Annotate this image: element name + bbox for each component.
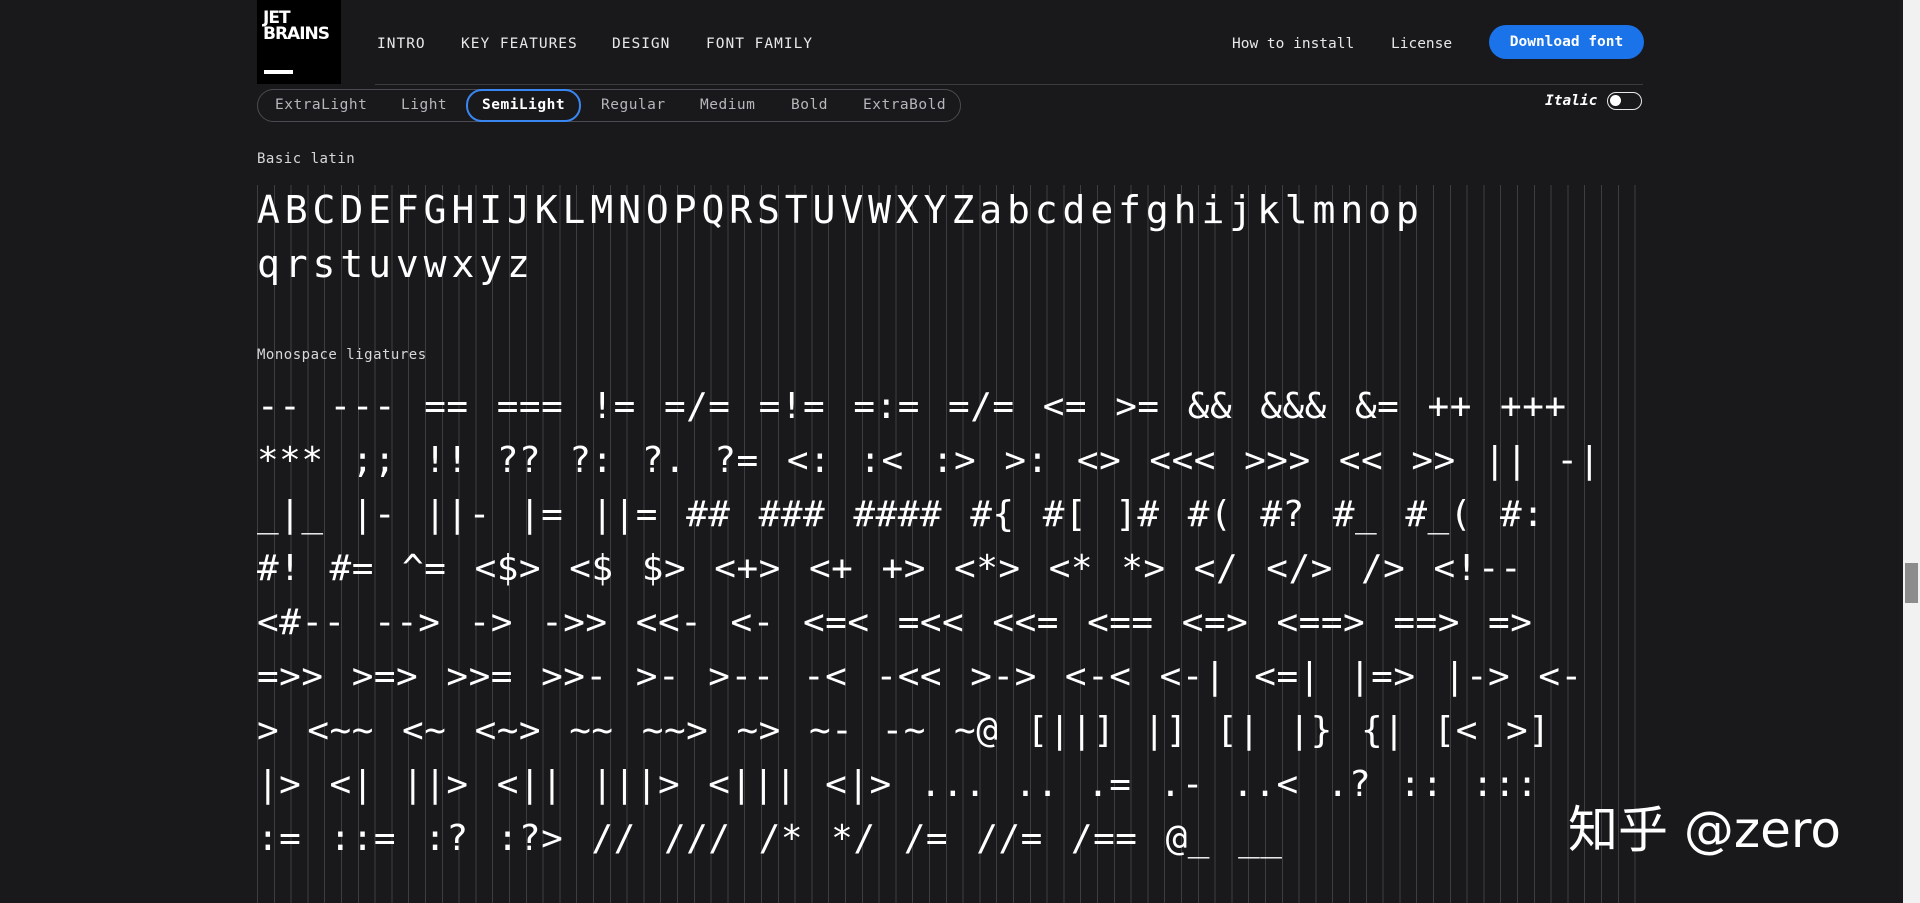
ligature-line: |> <| ||> <|| |||> <||| <|> ... .. .= .-… (257, 764, 1539, 805)
zhihu-watermark: 知乎 @zero (1568, 801, 1841, 859)
nav-intro[interactable]: INTRO (377, 36, 426, 52)
how-to-install-link[interactable]: How to install (1232, 36, 1354, 52)
ligature-line: _|_ |- ||- |= ||= ## ### #### #{ #[ ]# #… (257, 494, 1545, 535)
weight-bold[interactable]: Bold (791, 90, 828, 121)
ligatures-label: Monospace ligatures (257, 347, 427, 363)
weight-regular[interactable]: Regular (601, 90, 666, 121)
ligature-line: <#-- --> -> ->> <<- <- <=< =<< <<= <== <… (257, 602, 1533, 643)
basic-latin-glyphs: ABCDEFGHIJKLMNOPQRSTUVWXYZabcdefghijklmn… (257, 183, 1637, 291)
ligature-line: *** ;; !! ?? ?: ?. ?= <: :< :> >: <> <<<… (257, 440, 1601, 481)
italic-label: Italic (1545, 93, 1598, 109)
weight-extralight[interactable]: ExtraLight (275, 90, 367, 121)
ligature-line: =>> >=> >>= >>- >- >-- -< -<< >-> <-< <-… (257, 656, 1583, 697)
nav-design[interactable]: DESIGN (612, 36, 670, 52)
header-divider (375, 84, 1643, 85)
toggle-knob (1610, 95, 1621, 106)
weight-light[interactable]: Light (401, 90, 447, 121)
latin-line-2: qrstuvwxyz (257, 242, 535, 286)
ligature-line: > <~~ <~ <~> ~~ ~~> ~> ~- -~ ~@ [||] |] … (257, 710, 1551, 751)
ligature-glyphs: -- --- == === != =/= =!= =:= =/= <= >= &… (257, 380, 1637, 866)
scrollbar-thumb[interactable] (1905, 563, 1918, 603)
jetbrains-logo[interactable]: JET BRAINS (257, 0, 341, 84)
latin-line-1: ABCDEFGHIJKLMNOPQRSTUVWXYZabcdefghijklmn… (257, 188, 1424, 232)
download-font-button[interactable]: Download font (1489, 25, 1644, 59)
italic-toggle[interactable] (1607, 92, 1642, 110)
logo-line-2: BRAINS (263, 24, 330, 44)
ligature-line: -- --- == === != =/= =!= =:= =/= <= >= &… (257, 386, 1567, 427)
ligature-line: #! #= ^= <$> <$ $> <+> <+ +> <*> <* *> <… (257, 548, 1523, 589)
weight-semilight[interactable]: SemiLight (466, 89, 582, 122)
basic-latin-label: Basic latin (257, 151, 356, 167)
nav-font-family[interactable]: FONT FAMILY (706, 36, 813, 52)
page-scrollbar[interactable] (1903, 0, 1920, 903)
weight-selector: ExtraLight Light SemiLight Regular Mediu… (257, 89, 961, 122)
ligature-line: := ::= :? :?> // /// /* */ /= //= /== @_… (257, 818, 1283, 859)
nav-key-features[interactable]: KEY FEATURES (461, 36, 578, 52)
weight-extrabold[interactable]: ExtraBold (863, 90, 946, 121)
license-link[interactable]: License (1391, 36, 1452, 52)
top-navigation: JET BRAINS INTRO KEY FEATURES DESIGN FON… (0, 0, 1920, 86)
logo-bar (264, 70, 293, 74)
weight-medium[interactable]: Medium (700, 90, 755, 121)
